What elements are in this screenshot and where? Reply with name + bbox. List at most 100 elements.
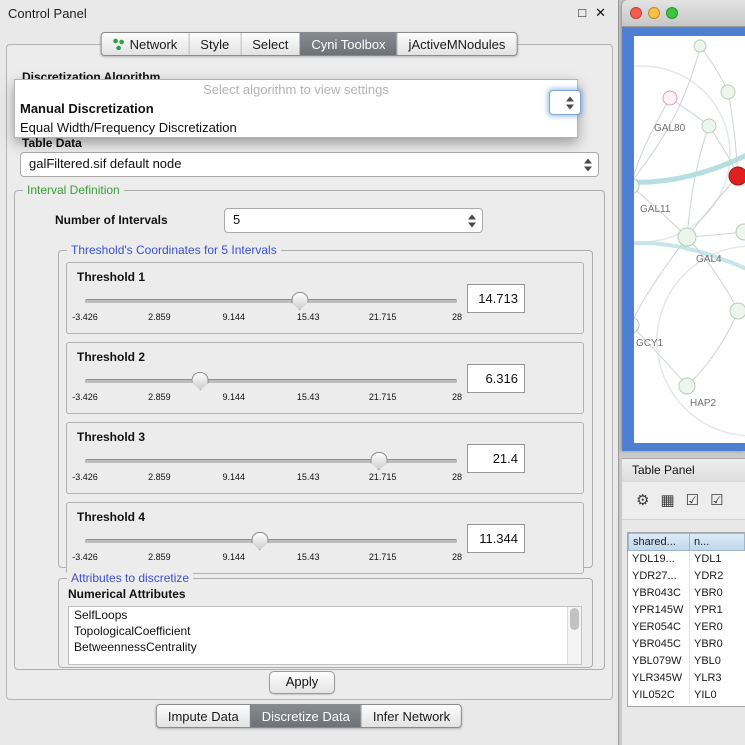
table-cell: YDR27...: [628, 568, 690, 585]
threshold-4-slider[interactable]: [85, 531, 457, 549]
columns-icon[interactable]: ▦: [660, 493, 674, 508]
table-row[interactable]: YER054CYER0: [628, 619, 745, 636]
tick-label: -3.426: [72, 552, 98, 562]
attribute-item-topologicalcoefficient[interactable]: TopologicalCoefficient: [69, 623, 581, 639]
table-row[interactable]: YPR145WYPR1: [628, 602, 745, 619]
close-button[interactable]: [630, 7, 642, 19]
network-canvas[interactable]: GAL80GAL11GAL4GCY1HAP2: [634, 36, 745, 443]
tab-label: Discretize Data: [262, 709, 350, 724]
attribute-item-selfloops[interactable]: SelfLoops: [69, 607, 581, 623]
threshold-3-value-field[interactable]: 21.4: [467, 444, 525, 473]
titlebar: Control Panel □✕: [0, 0, 618, 26]
table-row[interactable]: YIL052CYIL0: [628, 687, 745, 704]
tab-network[interactable]: Network: [102, 33, 189, 55]
network-node[interactable]: [694, 40, 706, 52]
tick-label: 28: [452, 392, 462, 402]
tab-jactivemnodules[interactable]: jActiveMNodules: [397, 33, 517, 55]
window-buttons: [630, 7, 678, 19]
bottom-tabbar: Impute Data Discretize Data Infer Network: [156, 704, 462, 728]
network-node[interactable]: [729, 167, 745, 185]
tab-label: Network: [130, 37, 178, 52]
algorithm-combobox[interactable]: [549, 90, 581, 115]
table-cell: YER054C: [628, 619, 690, 636]
table-row[interactable]: YLR345WYLR3: [628, 670, 745, 687]
close-icon[interactable]: ✕: [595, 4, 606, 22]
float-icon[interactable]: □: [578, 4, 586, 22]
slider-row: -3.4262.8599.14415.4321.71528: [85, 531, 457, 564]
tab-impute-data[interactable]: Impute Data: [157, 705, 250, 727]
network-node[interactable]: [678, 228, 696, 246]
tick-label: -3.426: [72, 392, 98, 402]
table-cell: YIL052C: [628, 687, 690, 704]
zoom-button[interactable]: [666, 7, 678, 19]
column-header-0[interactable]: shared...: [628, 533, 690, 551]
network-node[interactable]: [721, 85, 735, 99]
tick-label: 15.43: [297, 392, 320, 402]
node-label-gal80: GAL80: [654, 123, 686, 134]
network-node[interactable]: [730, 303, 745, 319]
attribute-item-betweennesscentrality[interactable]: BetweennessCentrality: [69, 639, 581, 655]
tick-label: 15.43: [297, 312, 320, 322]
list-scrollbar[interactable]: [567, 607, 581, 664]
unselect-icon[interactable]: ☑: [710, 493, 723, 508]
table-data-combobox[interactable]: galFiltered.sif default node: [20, 152, 599, 177]
tab-infer-network[interactable]: Infer Network: [361, 705, 461, 727]
apply-button[interactable]: Apply: [269, 671, 335, 694]
threshold-3-slider[interactable]: [85, 451, 457, 469]
select-all-icon[interactable]: ☑: [686, 493, 699, 508]
network-edge: [700, 46, 728, 92]
table-cell: YBR0: [690, 585, 745, 602]
network-node[interactable]: [702, 119, 716, 133]
table-row[interactable]: YBL079WYBL0: [628, 653, 745, 670]
threshold-3-slider-thumb[interactable]: [370, 452, 387, 470]
table-row[interactable]: YDR27...YDR2: [628, 568, 745, 585]
main-tabbar: Network StyleSelectCyni ToolboxjActiveMNo…: [101, 32, 518, 56]
threshold-1-slider[interactable]: [85, 291, 457, 309]
network-node[interactable]: [663, 91, 677, 105]
network-node[interactable]: [634, 317, 639, 333]
threshold-2-slider-thumb[interactable]: [192, 372, 209, 390]
tab-style[interactable]: Style: [188, 33, 240, 55]
dropdown-option-equal-width-frequency-discretization[interactable]: Equal Width/Frequency Discretization: [15, 118, 577, 137]
column-header-1[interactable]: n...: [689, 533, 745, 551]
threshold-1-box: Threshold 1 -3.4262.8599.14415.4321.7152…: [66, 262, 584, 334]
numerical-attributes-label: Numerical Attributes: [68, 587, 186, 601]
threshold-2-slider[interactable]: [85, 371, 457, 389]
network-window-titlebar: [622, 0, 745, 27]
threshold-label: Threshold 1: [77, 270, 145, 284]
edge-arc: [634, 66, 730, 242]
window-controls: □✕: [578, 4, 606, 22]
table-row[interactable]: YBR043CYBR0: [628, 585, 745, 602]
threshold-1-value-field[interactable]: 14.713: [467, 284, 525, 313]
number-of-intervals-value: 5: [233, 209, 240, 231]
table-panel-header: Table Panel: [622, 458, 745, 483]
threshold-4-value-field[interactable]: 11.344: [467, 524, 525, 553]
tab-select[interactable]: Select: [240, 33, 299, 55]
tick-labels: -3.4262.8599.14415.4321.71528: [85, 552, 457, 564]
table-cell: YBR043C: [628, 585, 690, 602]
threshold-sliders: Threshold 1 -3.4262.8599.14415.4321.7152…: [66, 262, 584, 574]
table-cell: YBR045C: [628, 636, 690, 653]
table-row[interactable]: YBR045CYBR0: [628, 636, 745, 653]
tick-label: 2.859: [148, 312, 171, 322]
scrollbar-thumb[interactable]: [570, 608, 579, 630]
list-items: SelfLoopsTopologicalCoefficientBetweenne…: [69, 607, 581, 655]
network-node[interactable]: [736, 224, 745, 240]
minimize-button[interactable]: [648, 7, 660, 19]
network-node[interactable]: [679, 378, 695, 394]
number-of-intervals-spinner[interactable]: 5: [224, 208, 483, 233]
table-toolbar: ⚙ ▦ ☑ ☑: [622, 482, 745, 520]
table-row[interactable]: YDL19...YDL1: [628, 551, 745, 568]
gear-icon[interactable]: ⚙: [636, 493, 649, 508]
attributes-group-title: Attributes to discretize: [67, 571, 193, 585]
network-edge: [634, 325, 687, 386]
threshold-2-value-field[interactable]: 6.316: [467, 364, 525, 393]
threshold-1-slider-thumb[interactable]: [291, 292, 308, 310]
table-cell: YBL0: [690, 653, 745, 670]
table-cell: YER0: [690, 619, 745, 636]
tab-discretize-data[interactable]: Discretize Data: [250, 705, 361, 727]
table-panel: ⚙▦☑☑ shared...n... YDL19...YDL1YDR27...Y…: [622, 482, 745, 745]
dropdown-option-manual-discretization[interactable]: Manual Discretization: [15, 99, 577, 118]
threshold-4-slider-thumb[interactable]: [251, 532, 268, 550]
tab-cyni-toolbox[interactable]: Cyni Toolbox: [299, 33, 396, 55]
